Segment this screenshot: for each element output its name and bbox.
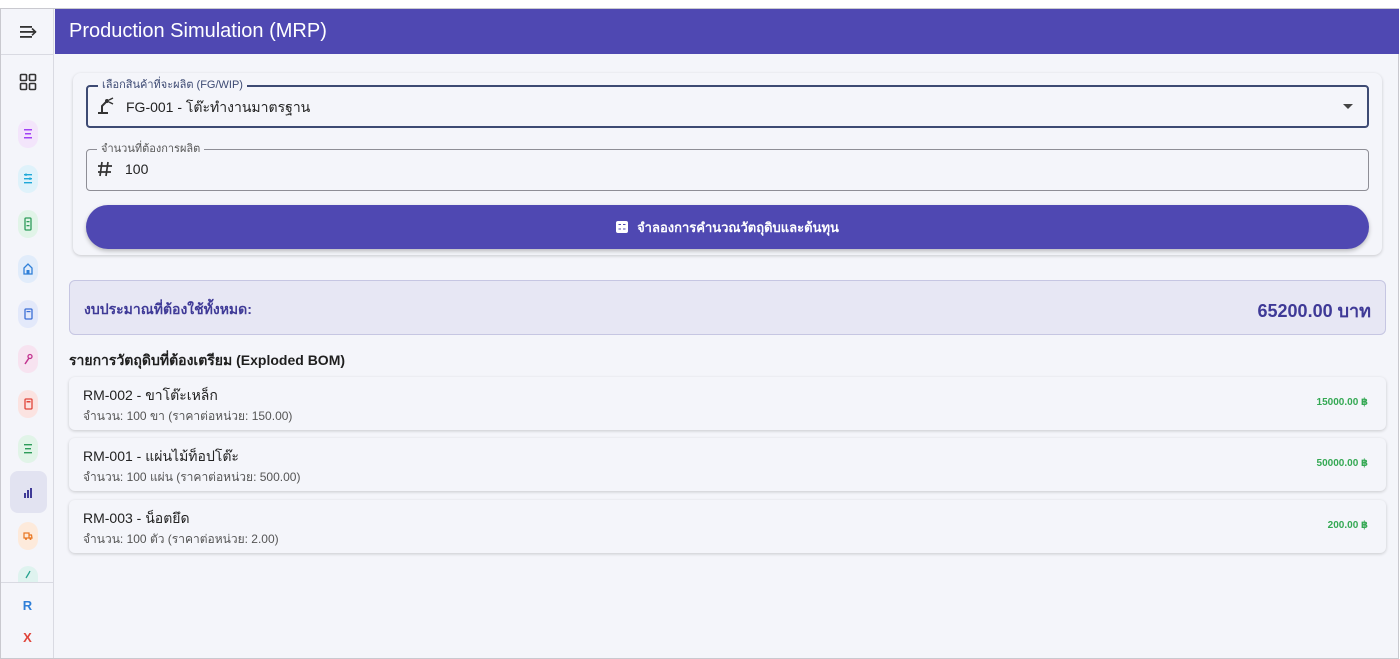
sidebar-item-warehouse[interactable] <box>18 255 38 283</box>
quantity-input[interactable]: จำนวนที่ต้องการผลิต 100 <box>86 142 1369 191</box>
bom-item-total: 50000.00 ฿ <box>1316 458 1368 469</box>
list-icon <box>24 129 32 139</box>
sidebar-item-tools[interactable] <box>18 566 38 582</box>
budget-summary: งบประมาณที่ต้องใช้ทั้งหมด: 65200.00 บาท <box>69 280 1386 335</box>
factory-robot-icon <box>96 96 116 116</box>
tool-icon <box>25 570 31 579</box>
product-select-value: FG-001 - โต๊ะทำงานมาตรฐาน <box>126 99 311 115</box>
product-select[interactable]: เลือกสินค้าที่จะผลิต (FG/WIP) FG-001 - โ… <box>86 78 1369 128</box>
bar-chart-icon <box>24 488 32 498</box>
menu-collapse-icon <box>19 25 37 38</box>
simulation-form-card: เลือกสินค้าที่จะผลิต (FG/WIP) FG-001 - โ… <box>73 73 1382 255</box>
bom-item-detail: จำนวน: 100 แผ่น (ราคาต่อหน่วย: 500.00) <box>83 470 301 484</box>
sidebar-footer-r[interactable]: R <box>1 598 54 613</box>
inventory-icon <box>24 217 32 231</box>
app-window: R X Production Simulation (MRP) เลือกสิน… <box>0 8 1399 659</box>
product-select-label: เลือกสินค้าที่จะผลิต (FG/WIP) <box>98 78 247 92</box>
sidebar-item-settings[interactable] <box>18 165 38 193</box>
hash-icon <box>95 159 115 179</box>
sidebar: R X <box>1 9 54 658</box>
bom-list-item: RM-003 - น็อตยึด จำนวน: 100 ตัว (ราคาต่อ… <box>69 500 1386 553</box>
quantity-input-label: จำนวนที่ต้องการผลิต <box>97 142 205 156</box>
checklist-icon <box>24 444 32 454</box>
bom-item-detail: จำนวน: 100 ตัว (ราคาต่อหน่วย: 2.00) <box>83 532 279 546</box>
quantity-input-value: 100 <box>125 161 149 177</box>
sidebar-item-production-simulation[interactable] <box>18 479 38 507</box>
bom-item-name: RM-002 - ขาโต๊ะเหล็ก <box>83 387 218 403</box>
calculator-icon <box>616 221 629 233</box>
sidebar-item-inventory[interactable] <box>18 210 38 238</box>
simulate-button-label: จำลองการคำนวณวัตถุดิบและต้นทุน <box>637 219 839 235</box>
sidebar-divider <box>1 582 54 583</box>
chevron-down-icon[interactable] <box>1343 104 1353 109</box>
dashboard-grid-icon <box>19 73 37 91</box>
sidebar-item-documents[interactable] <box>18 300 38 328</box>
budget-label: งบประมาณที่ต้องใช้ทั้งหมด: <box>84 301 252 317</box>
bom-item-name: RM-003 - น็อตยึด <box>83 510 190 526</box>
sidebar-item-checklist[interactable] <box>18 435 38 463</box>
sidebar-item-dashboard[interactable] <box>18 69 38 95</box>
warehouse-icon <box>23 263 33 275</box>
bom-section-title: รายการวัตถุดิบที่ต้องเตรียม (Exploded BO… <box>69 352 346 368</box>
sidebar-item-maintenance[interactable] <box>18 345 38 373</box>
page-title: Production Simulation (MRP) <box>69 20 327 42</box>
sidebar-item-receipts[interactable] <box>18 390 38 418</box>
bom-item-total: 200.00 ฿ <box>1327 520 1368 531</box>
sidebar-item-list[interactable] <box>18 120 38 148</box>
simulate-button[interactable]: จำลองการคำนวณวัตถุดิบและต้นทุน <box>86 205 1369 249</box>
menu-toggle-button[interactable] <box>1 9 54 55</box>
document-icon <box>23 308 33 320</box>
sidebar-item-delivery[interactable] <box>18 522 38 550</box>
wrench-icon <box>24 353 33 365</box>
bom-item-detail: จำนวน: 100 ขา (ราคาต่อหน่วย: 150.00) <box>83 409 293 423</box>
receipt-icon <box>23 398 33 410</box>
budget-value: 65200.00 บาท <box>1257 301 1371 321</box>
truck-icon <box>23 532 33 540</box>
bom-list-item: RM-002 - ขาโต๊ะเหล็ก จำนวน: 100 ขา (ราคา… <box>69 377 1386 430</box>
bom-list-item: RM-001 - แผ่นไม้ท็อปโต๊ะ จำนวน: 100 แผ่น… <box>69 438 1386 491</box>
sidebar-footer-x[interactable]: X <box>1 630 54 645</box>
bom-item-total: 15000.00 ฿ <box>1316 397 1368 408</box>
bom-item-name: RM-001 - แผ่นไม้ท็อปโต๊ะ <box>83 448 239 464</box>
app-header: Production Simulation (MRP) <box>55 9 1399 54</box>
sliders-icon <box>24 173 32 184</box>
